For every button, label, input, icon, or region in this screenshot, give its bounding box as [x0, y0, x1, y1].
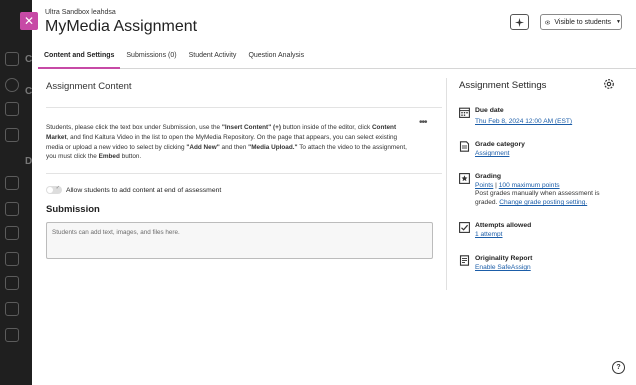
allow-content-label: Allow students to add content at end of … [66, 187, 222, 194]
submission-placeholder: Students can add text, images, and files… [52, 229, 180, 236]
tab-bar: Content and Settings Submissions (0) Stu… [38, 49, 636, 69]
instruction-text: button. [119, 153, 142, 161]
divider [46, 107, 442, 108]
settings-heading: Assignment Settings [459, 80, 547, 91]
content-area: Assignment Content Students, please clic… [38, 69, 442, 385]
bg-nav-icon [5, 328, 19, 342]
page-title: MyMedia Assignment [45, 18, 198, 35]
due-date-link[interactable]: Thu Feb 8, 2024 12:00 AM (EST) [475, 118, 572, 125]
instruction-bold: Embed [98, 153, 120, 161]
report-icon [459, 255, 470, 266]
bg-nav-icon [5, 52, 19, 66]
bg-nav-icon [5, 226, 19, 240]
bg-nav-icon [5, 176, 19, 190]
originality-title: Originality Report [475, 255, 533, 262]
instruction-text: Students, please click the text box unde… [46, 124, 222, 131]
visibility-dropdown[interactable]: Visible to students ▼ [540, 14, 622, 30]
attempts-link[interactable]: 1 attempt [475, 231, 503, 238]
grading-icon [459, 173, 470, 184]
instruction-text: and then [219, 143, 249, 151]
divider [46, 173, 442, 174]
chevron-down-icon: ▼ [616, 19, 621, 25]
bg-nav-icon [5, 128, 19, 142]
help-icon[interactable]: ? [612, 361, 625, 374]
bg-nav-icon [5, 252, 19, 266]
tab-question-analysis[interactable]: Question Analysis [242, 49, 310, 69]
graded-label: graded. [475, 199, 498, 206]
bg-nav-icon [5, 202, 19, 216]
close-panel-button[interactable]: ✕ [20, 12, 38, 30]
instruction-bold: "Insert Content" (+) [221, 124, 281, 131]
close-icon: ✕ [23, 14, 35, 28]
tab-submissions[interactable]: Submissions (0) [120, 49, 182, 69]
assignment-settings: Assignment Settings Due date Thu Feb 8, … [459, 69, 629, 385]
instruction-bold: "Media Upload." [248, 143, 298, 151]
change-grade-posting-link[interactable]: Change grade posting setting. [499, 199, 587, 206]
allow-content-toggle[interactable]: ✓ [46, 185, 62, 194]
instruction-text: button inside of the editor, click [280, 124, 372, 131]
ai-assist-button[interactable] [510, 14, 529, 30]
calendar-icon [459, 107, 470, 118]
check-icon: ✓ [55, 185, 60, 191]
separator: | [495, 182, 497, 189]
bg-nav-icon [5, 78, 19, 92]
visibility-label: Visible to students [554, 18, 612, 26]
assignment-content-heading: Assignment Content [46, 81, 132, 92]
instruction-bold: "Add New" [186, 143, 220, 151]
sparkle-icon [515, 18, 524, 27]
submission-heading: Submission [46, 204, 100, 215]
grade-category-link[interactable]: Assignment [475, 150, 509, 157]
bg-nav-icon [5, 102, 19, 116]
due-date-title: Due date [475, 107, 504, 114]
more-options-icon[interactable]: ••• [419, 117, 427, 128]
attempts-title: Attempts allowed [475, 222, 532, 229]
gear-icon[interactable] [603, 78, 615, 90]
gradebook-icon [459, 141, 470, 152]
assignment-panel: ✕ Ultra Sandbox leahdsa MyMedia Assignme… [20, 0, 636, 385]
points-link[interactable]: Points [475, 182, 493, 189]
tab-content-and-settings[interactable]: Content and Settings [38, 49, 121, 69]
max-points-link[interactable]: 100 maximum points [499, 182, 560, 189]
grading-title: Grading [475, 173, 502, 180]
checkbox-icon [459, 222, 470, 233]
grade-posting-note: Post grades manually when assessment is [475, 190, 600, 197]
assignment-instructions: Students, please click the text box unde… [46, 123, 416, 162]
submission-editor[interactable]: Students can add text, images, and files… [46, 222, 433, 259]
bg-nav-icon [5, 276, 19, 290]
safeassign-link[interactable]: Enable SafeAssign [475, 264, 531, 271]
bg-nav-icon [5, 302, 19, 316]
breadcrumb[interactable]: Ultra Sandbox leahdsa [45, 9, 116, 16]
grade-category-title: Grade category [475, 141, 525, 148]
column-divider [446, 78, 447, 290]
tab-student-activity[interactable]: Student Activity [183, 49, 243, 69]
eye-icon [545, 20, 551, 24]
